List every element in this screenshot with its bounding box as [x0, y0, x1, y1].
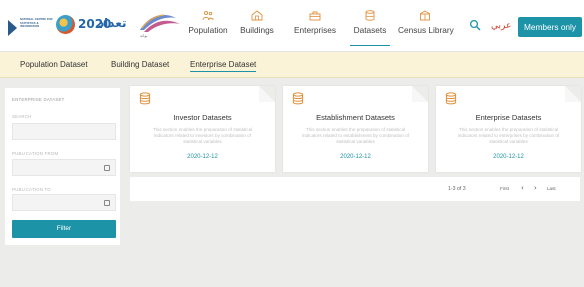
pagination-info: 1-3 of 3 — [448, 186, 466, 192]
tab-enterprise-dataset[interactable]: Enterprise Dataset — [190, 60, 257, 72]
nav-enterprises[interactable]: Enterprises — [290, 10, 340, 44]
ncsi-logo-text: NATIONAL CENTRE FOR STATISTICS & INFORMA… — [20, 18, 53, 29]
card-description: This section enables the preparation of … — [152, 127, 253, 144]
card-title: Enterprise Datasets — [475, 113, 542, 122]
next-page-icon[interactable]: › — [534, 184, 537, 192]
census-2020-logo[interactable]: 2020 تعداد — [56, 14, 126, 36]
nav-census-library[interactable]: Census Library — [398, 10, 454, 44]
pagination-bar: 1-3 of 3 First ‹ › Last — [130, 177, 580, 201]
card-description: This section enables the preparation of … — [457, 127, 560, 144]
publication-from-label: PUBLICATION FROM — [12, 151, 59, 156]
publication-to-field[interactable] — [12, 194, 116, 211]
publication-from-field[interactable] — [12, 159, 116, 176]
filter-panel-title: ENTERPRISE DATASET — [12, 97, 65, 102]
publication-to-label: PUBLICATION TO — [12, 187, 51, 192]
page-fold — [412, 86, 428, 102]
last-page-link[interactable]: Last — [547, 186, 556, 191]
buildings-icon — [251, 10, 263, 21]
enterprises-icon — [309, 11, 321, 21]
card-title: Establishment Datasets — [316, 113, 395, 122]
ncsi-arrow-icon — [8, 20, 17, 36]
nav-census-library-label: Census Library — [398, 25, 454, 35]
card-date: 2020-12-12 — [187, 154, 218, 160]
page-fold — [259, 86, 275, 102]
nav-enterprises-label: Enterprises — [294, 25, 336, 35]
database-icon — [139, 92, 151, 105]
card-title: Investor Datasets — [173, 113, 232, 122]
globe-icon — [56, 15, 75, 34]
population-icon — [202, 10, 214, 21]
search-label: SEARCH — [12, 114, 32, 119]
nav-datasets-label: Datasets — [353, 25, 387, 35]
prev-page-icon[interactable]: ‹ — [521, 184, 524, 192]
dataset-card-investor[interactable]: Investor Datasets This section enables t… — [130, 86, 275, 172]
filter-button[interactable]: Filter — [12, 220, 116, 238]
swoosh-icon — [140, 14, 180, 32]
card-description: This section enables the preparation of … — [302, 127, 409, 144]
members-only-button[interactable]: Members only — [518, 17, 582, 37]
first-page-link[interactable]: First — [500, 186, 509, 191]
portal-logo-text: بوابة — [140, 33, 148, 38]
census-logo-arabic: تعداد — [98, 16, 127, 30]
nav-buildings-label: Buildings — [240, 25, 274, 35]
tab-population-dataset[interactable]: Population Dataset — [20, 60, 88, 69]
page-fold — [565, 86, 581, 102]
dataset-tabs: Population Dataset Building Dataset Ente… — [0, 52, 584, 78]
tab-building-dataset[interactable]: Building Dataset — [111, 60, 169, 69]
calendar-icon[interactable] — [104, 200, 110, 206]
nav-population[interactable]: Population — [186, 10, 230, 44]
database-icon — [292, 92, 304, 105]
calendar-icon[interactable] — [104, 165, 110, 171]
datasets-icon — [365, 10, 375, 21]
top-header: NATIONAL CENTRE FOR STATISTICS & INFORMA… — [0, 0, 584, 52]
language-toggle[interactable]: عربي — [491, 21, 511, 31]
nav-datasets[interactable]: Datasets — [350, 10, 390, 46]
library-icon — [419, 10, 431, 21]
filter-panel: ENTERPRISE DATASET SEARCH PUBLICATION FR… — [5, 88, 120, 245]
card-date: 2020-12-12 — [493, 154, 524, 160]
portal-logo[interactable]: بوابة — [134, 8, 184, 46]
card-date: 2020-12-12 — [340, 154, 371, 160]
search-icon[interactable] — [469, 19, 481, 31]
dataset-card-enterprise[interactable]: Enterprise Datasets This section enables… — [436, 86, 581, 172]
nav-buildings[interactable]: Buildings — [236, 10, 278, 44]
database-icon — [445, 92, 457, 105]
nav-population-label: Population — [188, 25, 228, 35]
ncsi-logo[interactable]: NATIONAL CENTRE FOR STATISTICS & INFORMA… — [8, 18, 54, 38]
dataset-card-establishment[interactable]: Establishment Datasets This section enab… — [283, 86, 428, 172]
search-field[interactable] — [12, 123, 116, 140]
